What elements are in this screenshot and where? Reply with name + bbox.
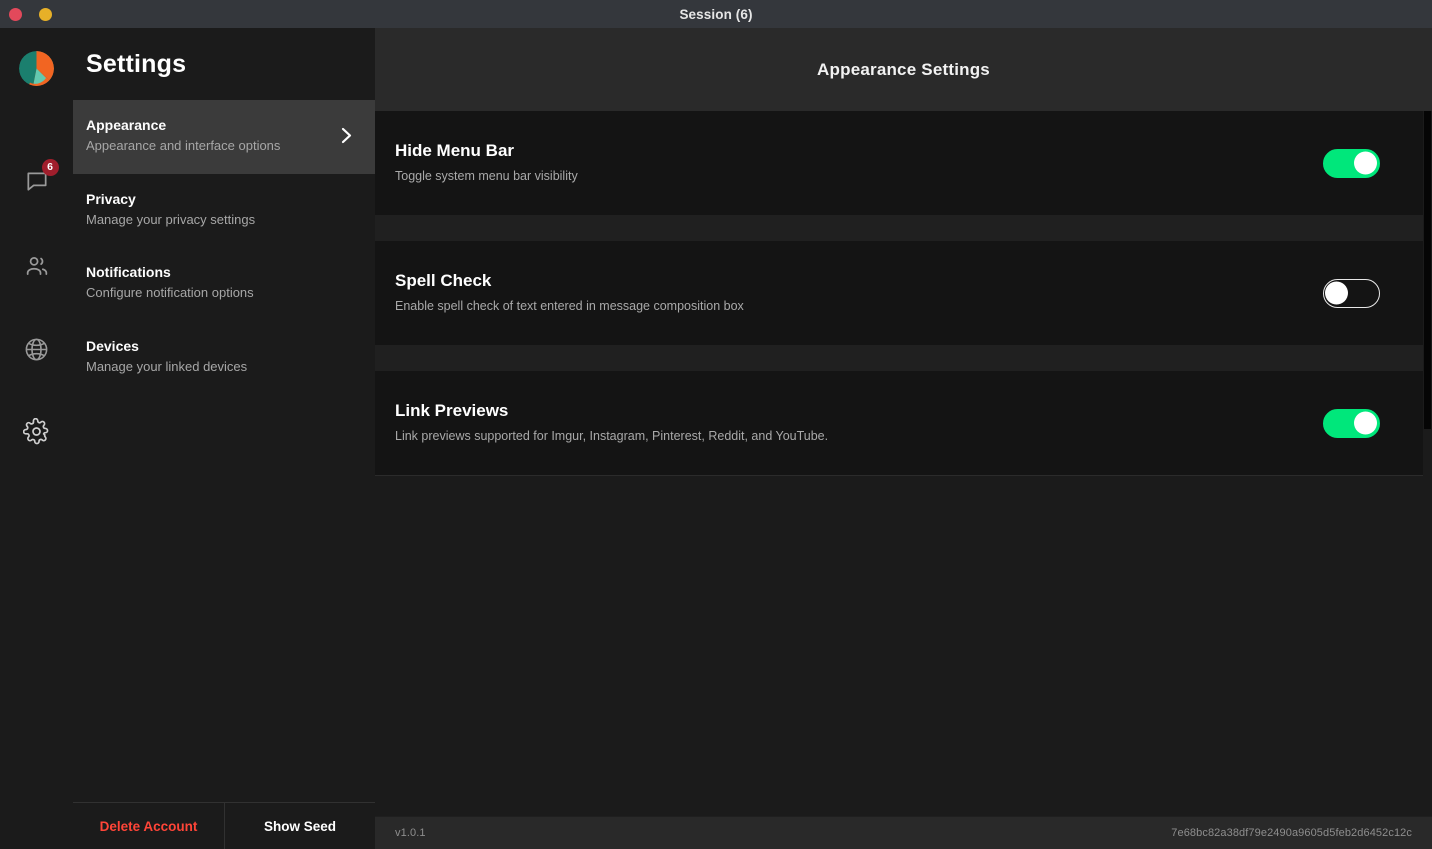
sidebar-item-privacy[interactable]: Privacy Manage your privacy settings [73,174,375,248]
sidebar-item-appearance[interactable]: Appearance Appearance and interface opti… [73,100,375,174]
app-window: Session (6) 6 Settings Appearance Appear… [0,0,1432,849]
setting-title: Link Previews [395,401,509,421]
toggle-hide-menu-bar[interactable] [1323,148,1380,178]
toggle-spell-check[interactable] [1323,278,1380,308]
toggle-link-previews[interactable] [1323,408,1380,438]
window-title: Session (6) [679,6,753,22]
sidebar-item-contacts[interactable] [0,252,73,280]
setting-text: Hide Menu Bar Toggle system menu bar vis… [395,140,578,186]
icon-rail: 6 [0,28,73,849]
chat-bubble-icon[interactable]: 6 [24,159,59,194]
setting-title: Spell Check [395,271,492,291]
settings-sidebar: Settings Appearance Appearance and inter… [73,28,375,849]
main-panel-title: Appearance Settings [817,59,990,79]
setting-text: Spell Check Enable spell check of text e… [395,270,744,316]
vertical-scrollbar[interactable] [1423,111,1432,816]
setting-description: Link previews supported for Imgur, Insta… [395,429,829,444]
settings-sidebar-header: Settings [73,28,375,100]
window-titlebar: Session (6) [0,0,1432,28]
sidebar-item-messages[interactable]: 6 [0,159,73,194]
nav-item-text: Privacy Manage your privacy settings [86,190,255,230]
delete-account-button[interactable]: Delete Account [73,803,224,849]
sidebar-item-settings[interactable] [0,418,73,445]
sidebar-item-description: Manage your privacy settings [86,211,256,227]
page-title: Settings [86,49,187,78]
gear-icon[interactable] [23,418,50,445]
status-bar: v1.0.1 7e68bc82a38df79e2490a9605d5feb2d6… [375,816,1432,849]
main-panel-header: Appearance Settings [375,28,1432,111]
setting-row-hide-menu-bar[interactable]: Hide Menu Bar Toggle system menu bar vis… [375,111,1432,215]
window-body: 6 Settings Appearance Appearance and int… [0,28,1432,849]
app-version: v1.0.1 [395,827,426,839]
settings-scroll-area[interactable]: Hide Menu Bar Toggle system menu bar vis… [375,111,1432,816]
setting-text: Link Previews Link previews supported fo… [395,400,828,446]
setting-title: Hide Menu Bar [395,141,515,161]
row-separator [375,345,1432,371]
sidebar-item-label: Privacy [86,190,136,207]
unread-badge: 6 [41,159,59,176]
contacts-icon[interactable] [23,252,51,280]
setting-description: Toggle system menu bar visibility [395,169,578,184]
toggle-knob [1354,151,1377,175]
show-seed-button[interactable]: Show Seed [224,803,375,849]
toggle-knob [1325,281,1348,305]
sidebar-item-network[interactable] [0,336,73,363]
nav-item-text: Notifications Configure notification opt… [86,263,254,303]
setting-description: Enable spell check of text entered in me… [395,299,744,314]
scrollbar-thumb[interactable] [1424,111,1431,429]
nav-item-text: Appearance Appearance and interface opti… [86,116,280,156]
sidebar-item-description: Manage your linked devices [86,359,248,375]
sidebar-footer: Delete Account Show Seed [73,802,375,849]
minimize-window-button[interactable] [39,7,52,21]
commit-hash: 7e68bc82a38df79e2490a9605d5feb2d6452c12c [1171,827,1412,839]
close-window-button[interactable] [9,7,22,21]
main-panel: Appearance Settings Hide Menu Bar Toggle… [375,28,1432,849]
setting-row-spell-check[interactable]: Spell Check Enable spell check of text e… [375,241,1432,345]
sidebar-item-label: Devices [86,338,139,355]
sidebar-item-description: Configure notification options [86,285,254,301]
row-separator [375,215,1432,241]
nav-item-text: Devices Manage your linked devices [86,337,247,377]
sidebar-item-label: Appearance [86,117,167,133]
settings-options-list: Hide Menu Bar Toggle system menu bar vis… [375,111,1432,476]
globe-icon[interactable] [23,336,50,363]
toggle-knob [1354,411,1377,435]
sidebar-item-notifications[interactable]: Notifications Configure notification opt… [73,247,375,321]
sidebar-item-description: Appearance and interface options [86,137,281,153]
window-controls [0,7,52,21]
setting-row-link-previews[interactable]: Link Previews Link previews supported fo… [375,371,1432,475]
sidebar-item-label: Notifications [86,264,171,281]
sidebar-item-devices[interactable]: Devices Manage your linked devices [73,321,375,395]
session-logo-icon [19,51,54,86]
settings-nav-list: Appearance Appearance and interface opti… [73,100,375,802]
chevron-right-icon [341,127,352,144]
